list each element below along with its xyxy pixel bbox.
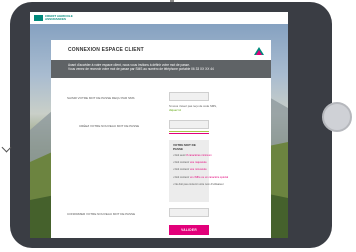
temp-password-label: SAISIR VOTRE MOT DE PASSE REÇU PAR SMS <box>67 96 135 100</box>
tablet-screen: CREDIT AGRICOLE ASSURANCES CONNEXION ESP… <box>30 12 288 238</box>
info-banner: Avant d'accéder à votre espace client, n… <box>51 60 271 78</box>
rule-item: • Doit contenir une minuscule <box>173 168 207 172</box>
confirm-password-input[interactable] <box>169 208 209 217</box>
login-card: CONNEXION ESPACE CLIENT Avant d'accéder … <box>51 40 271 238</box>
credit-agricole-logo-icon <box>253 44 265 56</box>
resend-sms-link[interactable]: cliquez ici <box>169 108 217 113</box>
rule-item: • Doit contenir un chiffre ou un caractè… <box>173 175 229 179</box>
rule-item: • Doit contenir une majuscule <box>173 161 207 165</box>
sms-hint: Si vous n'avez pas reçu de code SMS, cli… <box>169 104 217 113</box>
rule-item: • Doit avoir 8 caractères minimum <box>173 154 212 157</box>
strength-bar-pink <box>169 133 209 135</box>
top-bar: CREDIT AGRICOLE ASSURANCES <box>30 12 288 24</box>
validate-button[interactable]: VALIDER <box>169 225 209 235</box>
brand-name: CREDIT AGRICOLE ASSURANCES <box>45 14 73 21</box>
password-rules-box: VOTRE MOT DE PASSE • Doit avoir 8 caract… <box>169 140 229 202</box>
page-title: CONNEXION ESPACE CLIENT <box>68 47 144 53</box>
confirm-password-label: CONFIRMER VOTRE NOUVEAU MOT DE PASSE <box>67 212 136 216</box>
temp-password-input[interactable] <box>169 92 209 101</box>
new-password-input[interactable] <box>169 120 209 129</box>
brand-logo-icon <box>34 15 43 21</box>
home-button[interactable] <box>322 102 352 132</box>
new-password-label: CRÉEZ VOTRE NOUVEAU MOT DE PASSE <box>79 124 140 128</box>
card-header: CONNEXION ESPACE CLIENT <box>51 40 271 60</box>
rule-item: • Ne doit pas contenir votre nom d'utili… <box>173 182 224 186</box>
